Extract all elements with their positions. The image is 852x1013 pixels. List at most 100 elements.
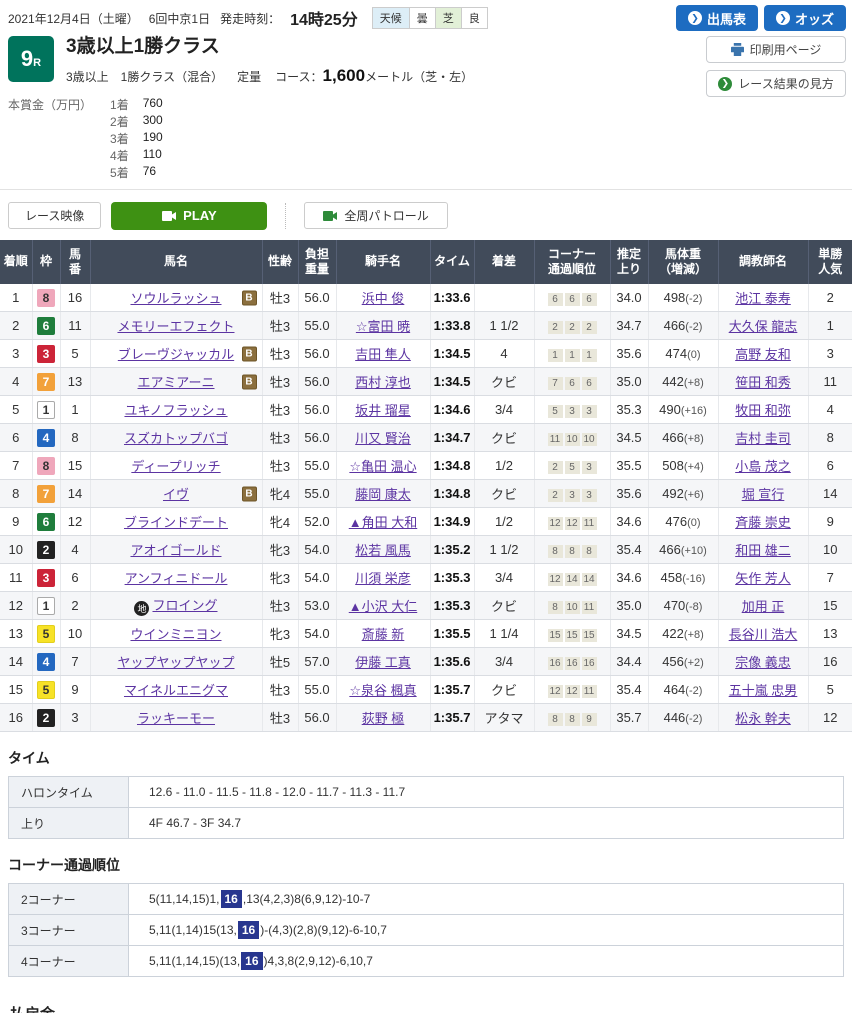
prize-item: 2着300 bbox=[110, 113, 163, 130]
jockey-link[interactable]: ☆富田 暁 bbox=[356, 319, 410, 334]
horse-name-link[interactable]: スズカトップバゴ bbox=[124, 431, 228, 446]
frame-cell: 2 bbox=[32, 704, 60, 732]
carried-weight: 56.0 bbox=[298, 368, 336, 396]
trainer-link[interactable]: 斉藤 崇史 bbox=[735, 515, 791, 530]
horse-name-link[interactable]: ブレーヴジャッカル bbox=[118, 347, 234, 362]
horse-name-link[interactable]: ブラインドデート bbox=[124, 515, 228, 530]
body-weight-cell: 466(+10) bbox=[648, 536, 718, 564]
frame-cell: 5 bbox=[32, 676, 60, 704]
corner-order-cell: 533 bbox=[534, 396, 610, 424]
horse-name-link[interactable]: ディープリッチ bbox=[131, 459, 220, 474]
jockey-cell: ▲小沢 大仁 bbox=[336, 592, 430, 620]
trainer-link[interactable]: 長谷川 浩大 bbox=[729, 627, 798, 642]
margin: 1 1/2 bbox=[474, 312, 534, 340]
race-video-button[interactable]: レース映像 bbox=[8, 202, 101, 229]
carried-weight: 57.0 bbox=[298, 648, 336, 676]
print-button[interactable]: 印刷用ページ bbox=[706, 36, 846, 63]
trainer-link[interactable]: 宗像 義忠 bbox=[735, 655, 791, 670]
body-weight-cell: 458(-16) bbox=[648, 564, 718, 592]
corner-order-cell: 121211 bbox=[534, 508, 610, 536]
jockey-cell: 西村 淳也 bbox=[336, 368, 430, 396]
jockey-link[interactable]: ▲小沢 大仁 bbox=[349, 599, 417, 614]
turf-label: 芝 bbox=[436, 8, 462, 28]
jockey-link[interactable]: ☆泉谷 楓真 bbox=[349, 683, 416, 698]
trainer-link[interactable]: 小島 茂之 bbox=[735, 459, 791, 474]
margin: 4 bbox=[474, 340, 534, 368]
trainer-link[interactable]: 和田 雄二 bbox=[735, 543, 791, 558]
trainer-link[interactable]: 高野 友和 bbox=[735, 347, 791, 362]
margin: 1 1/2 bbox=[474, 536, 534, 564]
race-number-badge: 9R bbox=[8, 36, 54, 82]
jockey-link[interactable]: 松若 風馬 bbox=[355, 543, 411, 558]
corner-position-chip: 11 bbox=[548, 433, 563, 446]
jockey-link[interactable]: 浜中 俊 bbox=[362, 291, 405, 306]
horse-name-link[interactable]: ソウルラッシュ bbox=[130, 291, 221, 306]
play-button[interactable]: PLAY bbox=[111, 202, 267, 230]
results-table: 着順枠馬 番馬名性齢負担 重量騎手名タイム着差コーナー 通過順位推定 上り馬体重… bbox=[0, 240, 852, 733]
horse-name-link[interactable]: アンフィニドール bbox=[125, 571, 228, 586]
trainer-cell: 小島 茂之 bbox=[718, 452, 808, 480]
patrol-video-button[interactable]: 全周パトロール bbox=[304, 202, 447, 229]
jockey-link[interactable]: 川須 栄彦 bbox=[355, 571, 411, 586]
body-weight-cell: 446(-2) bbox=[648, 704, 718, 732]
results-column-header: 着順 bbox=[0, 240, 32, 284]
body-weight-diff: (+4) bbox=[684, 461, 704, 473]
how-to-read-button[interactable]: ❯ レース結果の見方 bbox=[706, 70, 846, 97]
jockey-link[interactable]: ☆亀田 温心 bbox=[349, 459, 416, 474]
result-row: 1816ソウルラッシュB牡356.0浜中 俊1:33.666634.0498(-… bbox=[0, 284, 852, 312]
jockey-link[interactable]: 吉田 隼人 bbox=[355, 347, 411, 362]
last-3f: 35.4 bbox=[610, 676, 648, 704]
horse-name-link[interactable]: メモリーエフェクト bbox=[117, 319, 234, 334]
jockey-link[interactable]: 伊藤 工真 bbox=[355, 655, 411, 670]
jockey-link[interactable]: 川又 賢治 bbox=[355, 431, 411, 446]
trainer-link[interactable]: 堀 宣行 bbox=[742, 487, 785, 502]
odds-button[interactable]: ❯ オッズ bbox=[764, 5, 846, 31]
corner-position-chip: 12 bbox=[565, 685, 580, 698]
time-row: 上り4F 46.7 - 3F 34.7 bbox=[9, 808, 844, 839]
body-weight: 508 bbox=[662, 458, 684, 473]
corner-position-chip: 14 bbox=[565, 573, 580, 586]
trainer-cell: 池江 泰寿 bbox=[718, 284, 808, 312]
trainer-link[interactable]: 吉村 圭司 bbox=[735, 431, 791, 446]
horse-name-link[interactable]: ユキノフラッシュ bbox=[124, 403, 227, 418]
last-3f: 34.6 bbox=[610, 564, 648, 592]
entries-button[interactable]: ❯ 出馬表 bbox=[676, 5, 758, 31]
trainer-link[interactable]: 加用 正 bbox=[742, 599, 785, 614]
horse-name-link[interactable]: ウインミニヨン bbox=[130, 627, 221, 642]
corner-order-cell: 121414 bbox=[534, 564, 610, 592]
trainer-link[interactable]: 大久保 龍志 bbox=[729, 319, 798, 334]
last-3f: 34.5 bbox=[610, 424, 648, 452]
time-row-value: 12.6 - 11.0 - 11.5 - 11.8 - 12.0 - 11.7 … bbox=[129, 777, 844, 808]
horse-name-link[interactable]: エアミアーニ bbox=[138, 375, 215, 390]
jockey-link[interactable]: ▲角田 大和 bbox=[349, 515, 417, 530]
body-weight: 442 bbox=[662, 374, 684, 389]
last-3f: 35.3 bbox=[610, 396, 648, 424]
trainer-link[interactable]: 五十嵐 忠男 bbox=[729, 683, 798, 698]
horse-name-link[interactable]: マイネルエニグマ bbox=[124, 683, 228, 698]
trainer-link[interactable]: 笹田 和秀 bbox=[735, 375, 791, 390]
time-cell: 1:35.7 bbox=[430, 676, 474, 704]
trainer-cell: 五十嵐 忠男 bbox=[718, 676, 808, 704]
frame-cell: 8 bbox=[32, 452, 60, 480]
corner-order-text: 5,11(1,14)15(13, bbox=[149, 923, 237, 937]
jockey-link[interactable]: 斎藤 新 bbox=[362, 627, 405, 642]
jockey-link[interactable]: 藤岡 康太 bbox=[355, 487, 411, 502]
trainer-link[interactable]: 松永 幹夫 bbox=[735, 711, 791, 726]
jockey-link[interactable]: 荻野 極 bbox=[362, 711, 405, 726]
horse-name-link[interactable]: イヴ bbox=[163, 487, 189, 502]
jockey-link[interactable]: 西村 淳也 bbox=[355, 375, 411, 390]
horse-name-link[interactable]: フロイング bbox=[152, 598, 217, 613]
horse-name-link[interactable]: ラッキーモー bbox=[137, 711, 215, 726]
trainer-cell: 高野 友和 bbox=[718, 340, 808, 368]
prize-amount: 300 bbox=[143, 113, 163, 130]
finish-time: 1:35.3 bbox=[434, 598, 471, 613]
result-row: 648スズカトップバゴ牡356.0川又 賢治1:34.7クビ11101034.5… bbox=[0, 424, 852, 452]
trainer-link[interactable]: 牧田 和弥 bbox=[735, 403, 791, 418]
jockey-link[interactable]: 坂井 瑠星 bbox=[355, 403, 411, 418]
horse-name-link[interactable]: ヤップヤップヤップ bbox=[117, 655, 234, 670]
carried-weight: 55.0 bbox=[298, 312, 336, 340]
trainer-link[interactable]: 矢作 芳人 bbox=[735, 571, 791, 586]
trainer-link[interactable]: 池江 泰寿 bbox=[735, 291, 791, 306]
horse-name-link[interactable]: アオイゴールド bbox=[130, 543, 221, 558]
date-line: 2021年12月4日（土曜） 6回中京1日 発走時刻： 14時25分 bbox=[8, 6, 358, 30]
